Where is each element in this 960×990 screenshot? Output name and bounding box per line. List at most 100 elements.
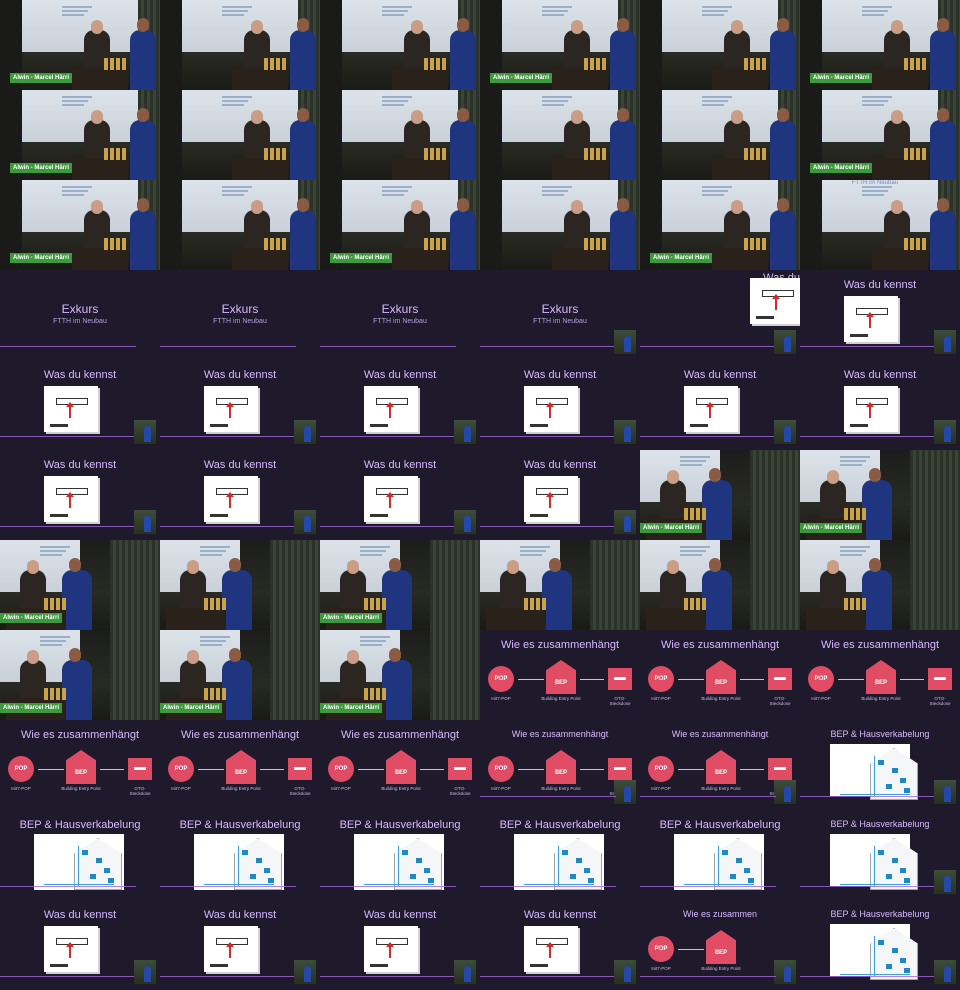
speaker-head — [731, 200, 743, 214]
video-frame-thumbnail: Alwin - Marcel Härri — [0, 90, 160, 180]
bottles-on-podium — [844, 598, 866, 610]
slide-text-line — [62, 194, 84, 196]
video-frame-thumbnail: Alwin - Marcel Härri — [320, 180, 480, 270]
house-outline — [74, 838, 122, 890]
outlet-base — [530, 514, 548, 517]
speaker-figure — [180, 650, 206, 698]
speaker-pip — [294, 510, 316, 534]
slide-text-line — [702, 194, 724, 196]
speaker-lower-third: Alwin - Marcel Härri — [10, 253, 73, 263]
device-box — [900, 868, 906, 873]
slide-title: Was du kennst — [363, 909, 437, 921]
podium — [712, 158, 768, 180]
pop-caption: Init7-POP — [11, 786, 31, 791]
video-frame-thumbnail — [480, 180, 640, 270]
podium — [72, 158, 128, 180]
podium — [166, 608, 226, 630]
video-frame-thumbnail — [320, 90, 480, 180]
slide-rule — [800, 886, 936, 887]
speaker-lower-third: Alwin - Marcel Härri — [0, 703, 63, 713]
stage-curtain — [430, 630, 480, 720]
fiber-outlet-image — [524, 926, 578, 972]
host-figure — [930, 108, 956, 180]
slide-title: Was du kennst — [683, 369, 757, 381]
slide-thumbnail: Was du kennst — [480, 900, 640, 990]
bep-caption: Building Entry Point — [381, 786, 421, 791]
outlet-base — [370, 514, 388, 517]
speaker-head — [27, 650, 39, 664]
host-head — [457, 108, 469, 122]
slide-text-line — [382, 96, 412, 98]
host-figure — [290, 198, 316, 270]
speaker-pip — [934, 870, 956, 894]
slide-text-line — [702, 104, 724, 106]
connection-arrow — [678, 769, 704, 770]
speaker-head — [667, 560, 679, 574]
projection-screen — [342, 180, 460, 232]
slide-text-line — [62, 96, 92, 98]
bottles-on-podium — [584, 148, 606, 160]
bep-caption: Building Entry Point — [541, 786, 581, 791]
host-figure — [770, 18, 796, 90]
connection-arrow — [420, 769, 444, 770]
slide-text-line — [862, 100, 888, 102]
video-frame-thumbnail — [160, 180, 320, 270]
stage-curtain — [430, 540, 480, 630]
podium — [552, 158, 608, 180]
red-arrow — [546, 492, 554, 508]
host-figure — [130, 18, 156, 90]
podium — [392, 248, 448, 270]
slide-text-line — [200, 636, 230, 638]
outlet-base — [50, 424, 68, 427]
cable-line — [78, 846, 79, 886]
pop-caption: Init7-POP — [491, 786, 511, 791]
bep-caption: Building Entry Point — [701, 966, 741, 971]
speaker-pip — [934, 420, 956, 444]
host-head — [937, 108, 949, 122]
bep-caption: Building Entry Point — [541, 696, 581, 701]
slide-text-line — [222, 14, 244, 16]
host-head — [457, 198, 469, 212]
slide-text-line — [222, 186, 252, 188]
house-outline — [870, 838, 918, 890]
slide-rule — [160, 436, 296, 437]
device-box — [892, 768, 898, 773]
podium — [232, 158, 288, 180]
bottles-on-podium — [264, 148, 286, 160]
bottles-on-podium — [744, 238, 766, 250]
connection-arrow — [518, 769, 544, 770]
screen-caption: FTTH im Neubau — [852, 180, 899, 186]
outlet-base — [850, 334, 868, 337]
stage-wall — [800, 180, 822, 270]
speaker-pip — [134, 420, 156, 444]
speaker-lower-third: Alwin - Marcel Härri — [320, 703, 383, 713]
video-frame-thumbnail: Alwin - Marcel Härri — [480, 0, 640, 90]
slide-thumbnail: Wie es zusammenhängt POP BEP Init7-POP Build… — [480, 720, 640, 810]
host-head — [709, 558, 721, 572]
podium — [872, 248, 928, 270]
slide-subtitle: FTTH im Neubau — [533, 318, 587, 325]
house-wiring-diagram — [830, 744, 918, 800]
bottles-on-podium — [424, 238, 446, 250]
device-box — [900, 958, 906, 963]
bep-caption: Building Entry Point — [701, 786, 741, 791]
projection-screen — [182, 0, 300, 52]
slide-rule — [800, 346, 936, 347]
slide-text-line — [862, 186, 892, 188]
slide-text-line — [62, 100, 88, 102]
pop-caption: Init7-POP — [651, 696, 671, 701]
house-outline — [394, 838, 442, 890]
slide-title: BEP & Hausverkabelung — [339, 819, 461, 831]
video-frame-thumbnail — [800, 540, 960, 630]
speaker-lower-third: Alwin - Marcel Härri — [650, 253, 713, 263]
host-figure — [930, 198, 956, 270]
fiber-outlet-image — [684, 386, 738, 432]
speaker-head — [891, 110, 903, 124]
slide-text-line — [702, 186, 732, 188]
speaker-pip — [934, 960, 956, 984]
stage-curtain — [270, 630, 320, 720]
slide-rule — [0, 436, 136, 437]
cable-line — [524, 884, 594, 885]
pop-caption: Init7-POP — [331, 786, 351, 791]
speaker-pip — [294, 420, 316, 444]
